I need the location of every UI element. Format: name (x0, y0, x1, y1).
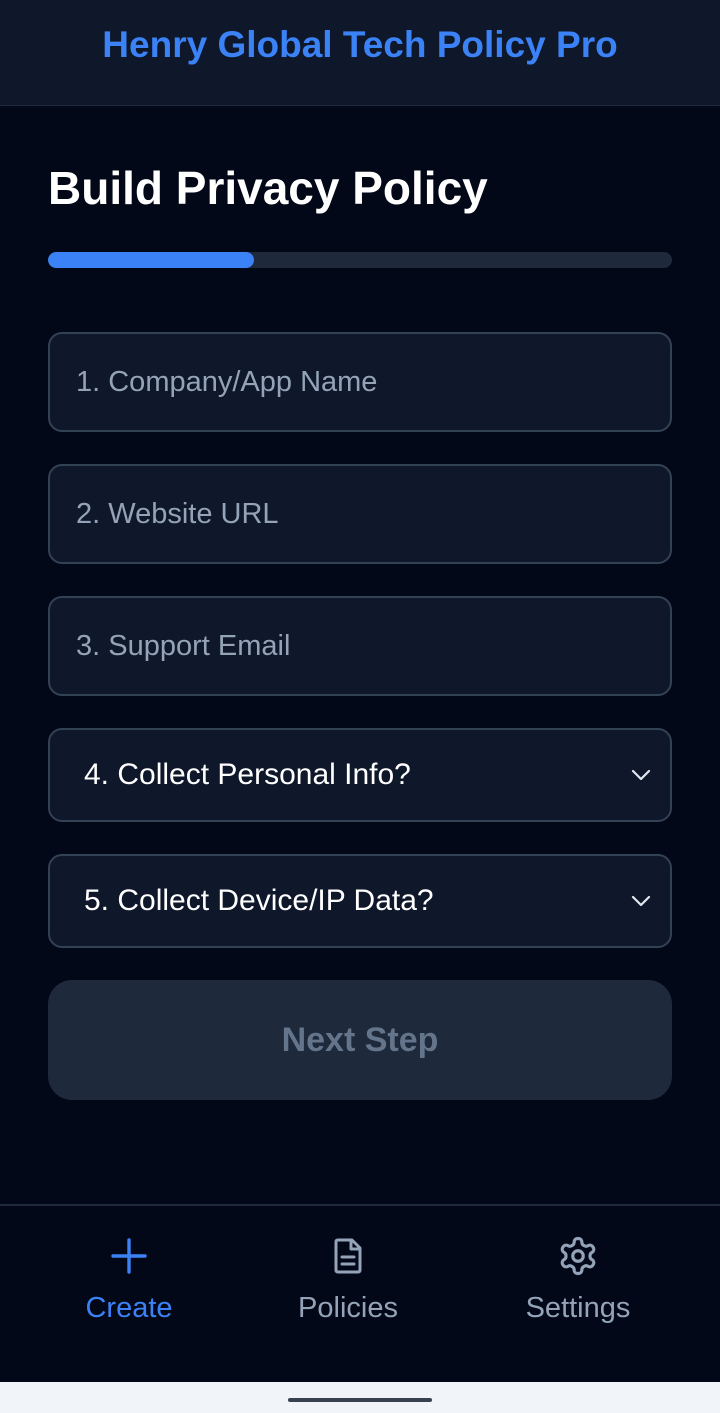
chevron-down-icon (630, 764, 652, 786)
app-header: Henry Global Tech Policy Pro (0, 0, 720, 106)
nav-item-policies[interactable]: Policies (248, 1206, 448, 1382)
plus-icon (107, 1234, 151, 1278)
chevron-down-icon (630, 890, 652, 912)
bottom-nav: Create Policies Settings (0, 1204, 720, 1382)
company-name-input[interactable] (48, 332, 672, 432)
gear-icon (556, 1234, 600, 1278)
document-icon (326, 1234, 370, 1278)
nav-label-policies: Policies (298, 1292, 398, 1324)
device-ip-select[interactable]: 5. Collect Device/IP Data? (48, 854, 672, 948)
personal-info-select[interactable]: 4. Collect Personal Info? (48, 728, 672, 822)
next-step-button[interactable]: Next Step (48, 980, 672, 1100)
page-title: Build Privacy Policy (48, 162, 488, 214)
progress-bar (48, 252, 672, 268)
nav-item-settings[interactable]: Settings (478, 1206, 678, 1382)
home-indicator[interactable] (288, 1398, 432, 1402)
progress-fill (48, 252, 254, 268)
support-email-input[interactable] (48, 596, 672, 696)
personal-info-select-value: 4. Collect Personal Info? (84, 758, 411, 791)
nav-label-create: Create (85, 1292, 173, 1324)
nav-item-create[interactable]: Create (29, 1206, 229, 1382)
app-title: Henry Global Tech Policy Pro (102, 23, 618, 65)
device-ip-select-value: 5. Collect Device/IP Data? (84, 884, 434, 917)
gesture-bar (0, 1382, 720, 1413)
website-url-input[interactable] (48, 464, 672, 564)
nav-label-settings: Settings (525, 1292, 631, 1324)
